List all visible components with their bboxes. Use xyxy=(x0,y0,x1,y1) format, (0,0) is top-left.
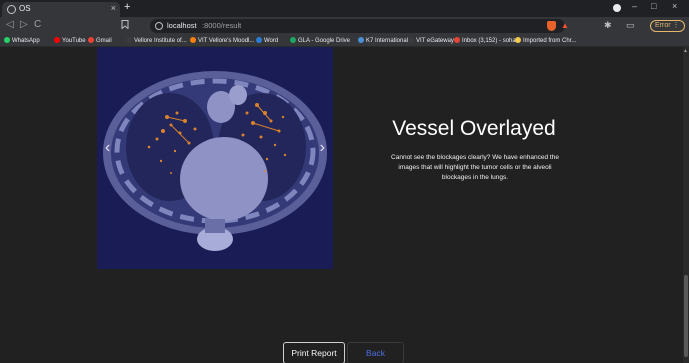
bookmark-label: VIT eGateway xyxy=(416,38,454,44)
carousel-next-button[interactable]: › xyxy=(320,139,325,157)
page-title: Vessel Overlayed xyxy=(392,117,556,140)
bookmark-item[interactable]: Vellore Institute of... xyxy=(126,37,187,44)
bookmark-favicon-icon xyxy=(88,37,94,43)
browser-tab[interactable]: OS × xyxy=(2,2,120,17)
bookmark-label: K7 International xyxy=(366,38,409,44)
bookmark-label: YouTube xyxy=(62,38,86,44)
back-home-button[interactable]: Back Home xyxy=(347,342,404,363)
page-scrollbar[interactable]: ▲ xyxy=(683,47,689,363)
browser-window: OS × + – □ × ◁ ▷ C localhost :8000/resul… xyxy=(0,0,689,363)
bookmark-label: Imported from Chr... xyxy=(523,38,577,44)
bookmark-favicon-icon xyxy=(4,37,10,43)
bookmark-icon[interactable] xyxy=(121,20,129,31)
error-label: Error xyxy=(655,22,671,29)
bookmark-favicon-icon xyxy=(54,37,60,43)
scrollbar-thumb[interactable] xyxy=(684,275,688,357)
bookmark-favicon-icon xyxy=(358,37,364,43)
browser-toolbar: ◁ ▷ C localhost :8000/result ▲ ✱ ▭ Error… xyxy=(0,17,689,35)
new-tab-button[interactable]: + xyxy=(124,1,130,13)
back-button[interactable]: ◁ xyxy=(6,19,14,30)
bookmark-item[interactable]: Inbox (3,152) - soha... xyxy=(454,37,521,44)
bookmark-item[interactable]: Word xyxy=(256,37,278,44)
forward-button[interactable]: ▷ xyxy=(20,19,28,30)
image-carousel: ‹ › xyxy=(97,47,333,269)
bookmark-label: GLA - Google Drive xyxy=(298,38,351,44)
site-info-icon[interactable] xyxy=(155,22,163,30)
tab-close-icon[interactable]: × xyxy=(111,3,116,13)
minimize-button[interactable]: – xyxy=(632,1,637,11)
ct-scan-image xyxy=(97,47,333,269)
bookmark-label: Gmail xyxy=(96,38,112,44)
sidebar-icon[interactable]: ▭ xyxy=(626,20,635,31)
bookmark-label: Word xyxy=(264,38,279,44)
close-window-button[interactable]: × xyxy=(672,1,677,11)
bookmark-item[interactable]: VIT Vellore's Moodl... xyxy=(190,37,254,44)
bookmark-item[interactable]: Gmail xyxy=(88,37,112,44)
page-description: Cannot see the blockages clearly? We hav… xyxy=(391,154,559,181)
bookmark-item[interactable]: VIT eGateway xyxy=(408,37,454,44)
bookmark-favicon-icon xyxy=(454,37,460,43)
bookmark-item[interactable]: GLA - Google Drive xyxy=(290,37,350,44)
bookmark-favicon-icon xyxy=(126,37,132,43)
bookmark-label: Vellore Institute of... xyxy=(134,38,187,44)
reload-button[interactable]: C xyxy=(34,19,41,30)
bookmark-label: WhatsApp xyxy=(12,38,40,44)
bookmark-item[interactable]: K7 International xyxy=(358,37,408,44)
url-path: :8000/result xyxy=(202,21,242,30)
extensions-icon[interactable]: ✱ xyxy=(604,20,612,31)
error-button[interactable]: Error ⋮ xyxy=(650,20,685,32)
bookmark-item[interactable]: YouTube xyxy=(54,37,86,44)
tab-strip: OS × + – □ × xyxy=(0,0,689,17)
bookmark-item[interactable]: WhatsApp xyxy=(4,37,40,44)
bookmark-favicon-icon xyxy=(190,37,196,43)
profile-icon[interactable] xyxy=(613,4,621,12)
scroll-up-icon[interactable]: ▲ xyxy=(683,48,688,54)
bookmark-favicon-icon xyxy=(256,37,262,43)
brave-shield-icon[interactable] xyxy=(547,21,556,31)
bookmark-favicon-icon xyxy=(408,37,414,43)
bookmark-label: Inbox (3,152) - soha... xyxy=(462,38,521,44)
bookmark-favicon-icon xyxy=(290,37,296,43)
tab-title: OS xyxy=(19,4,31,13)
globe-icon xyxy=(7,5,16,14)
brave-rewards-icon[interactable]: ▲ xyxy=(561,21,569,30)
bookmark-favicon-icon xyxy=(515,37,521,43)
address-bar[interactable]: localhost :8000/result ▲ xyxy=(150,19,569,33)
print-report-button[interactable]: Print Report xyxy=(283,342,345,363)
maximize-button[interactable]: □ xyxy=(651,1,656,11)
page-content: ‹ › Vessel Overlayed Cannot see the bloc… xyxy=(0,47,689,363)
carousel-prev-button[interactable]: ‹ xyxy=(105,139,110,157)
bookmark-label: VIT Vellore's Moodl... xyxy=(198,38,255,44)
bookmark-item[interactable]: Imported from Chr... xyxy=(515,37,576,44)
url-host: localhost xyxy=(167,21,197,30)
bookmarks-bar: WhatsApp YouTube Gmail Vellore Institute of… xyxy=(0,35,689,47)
